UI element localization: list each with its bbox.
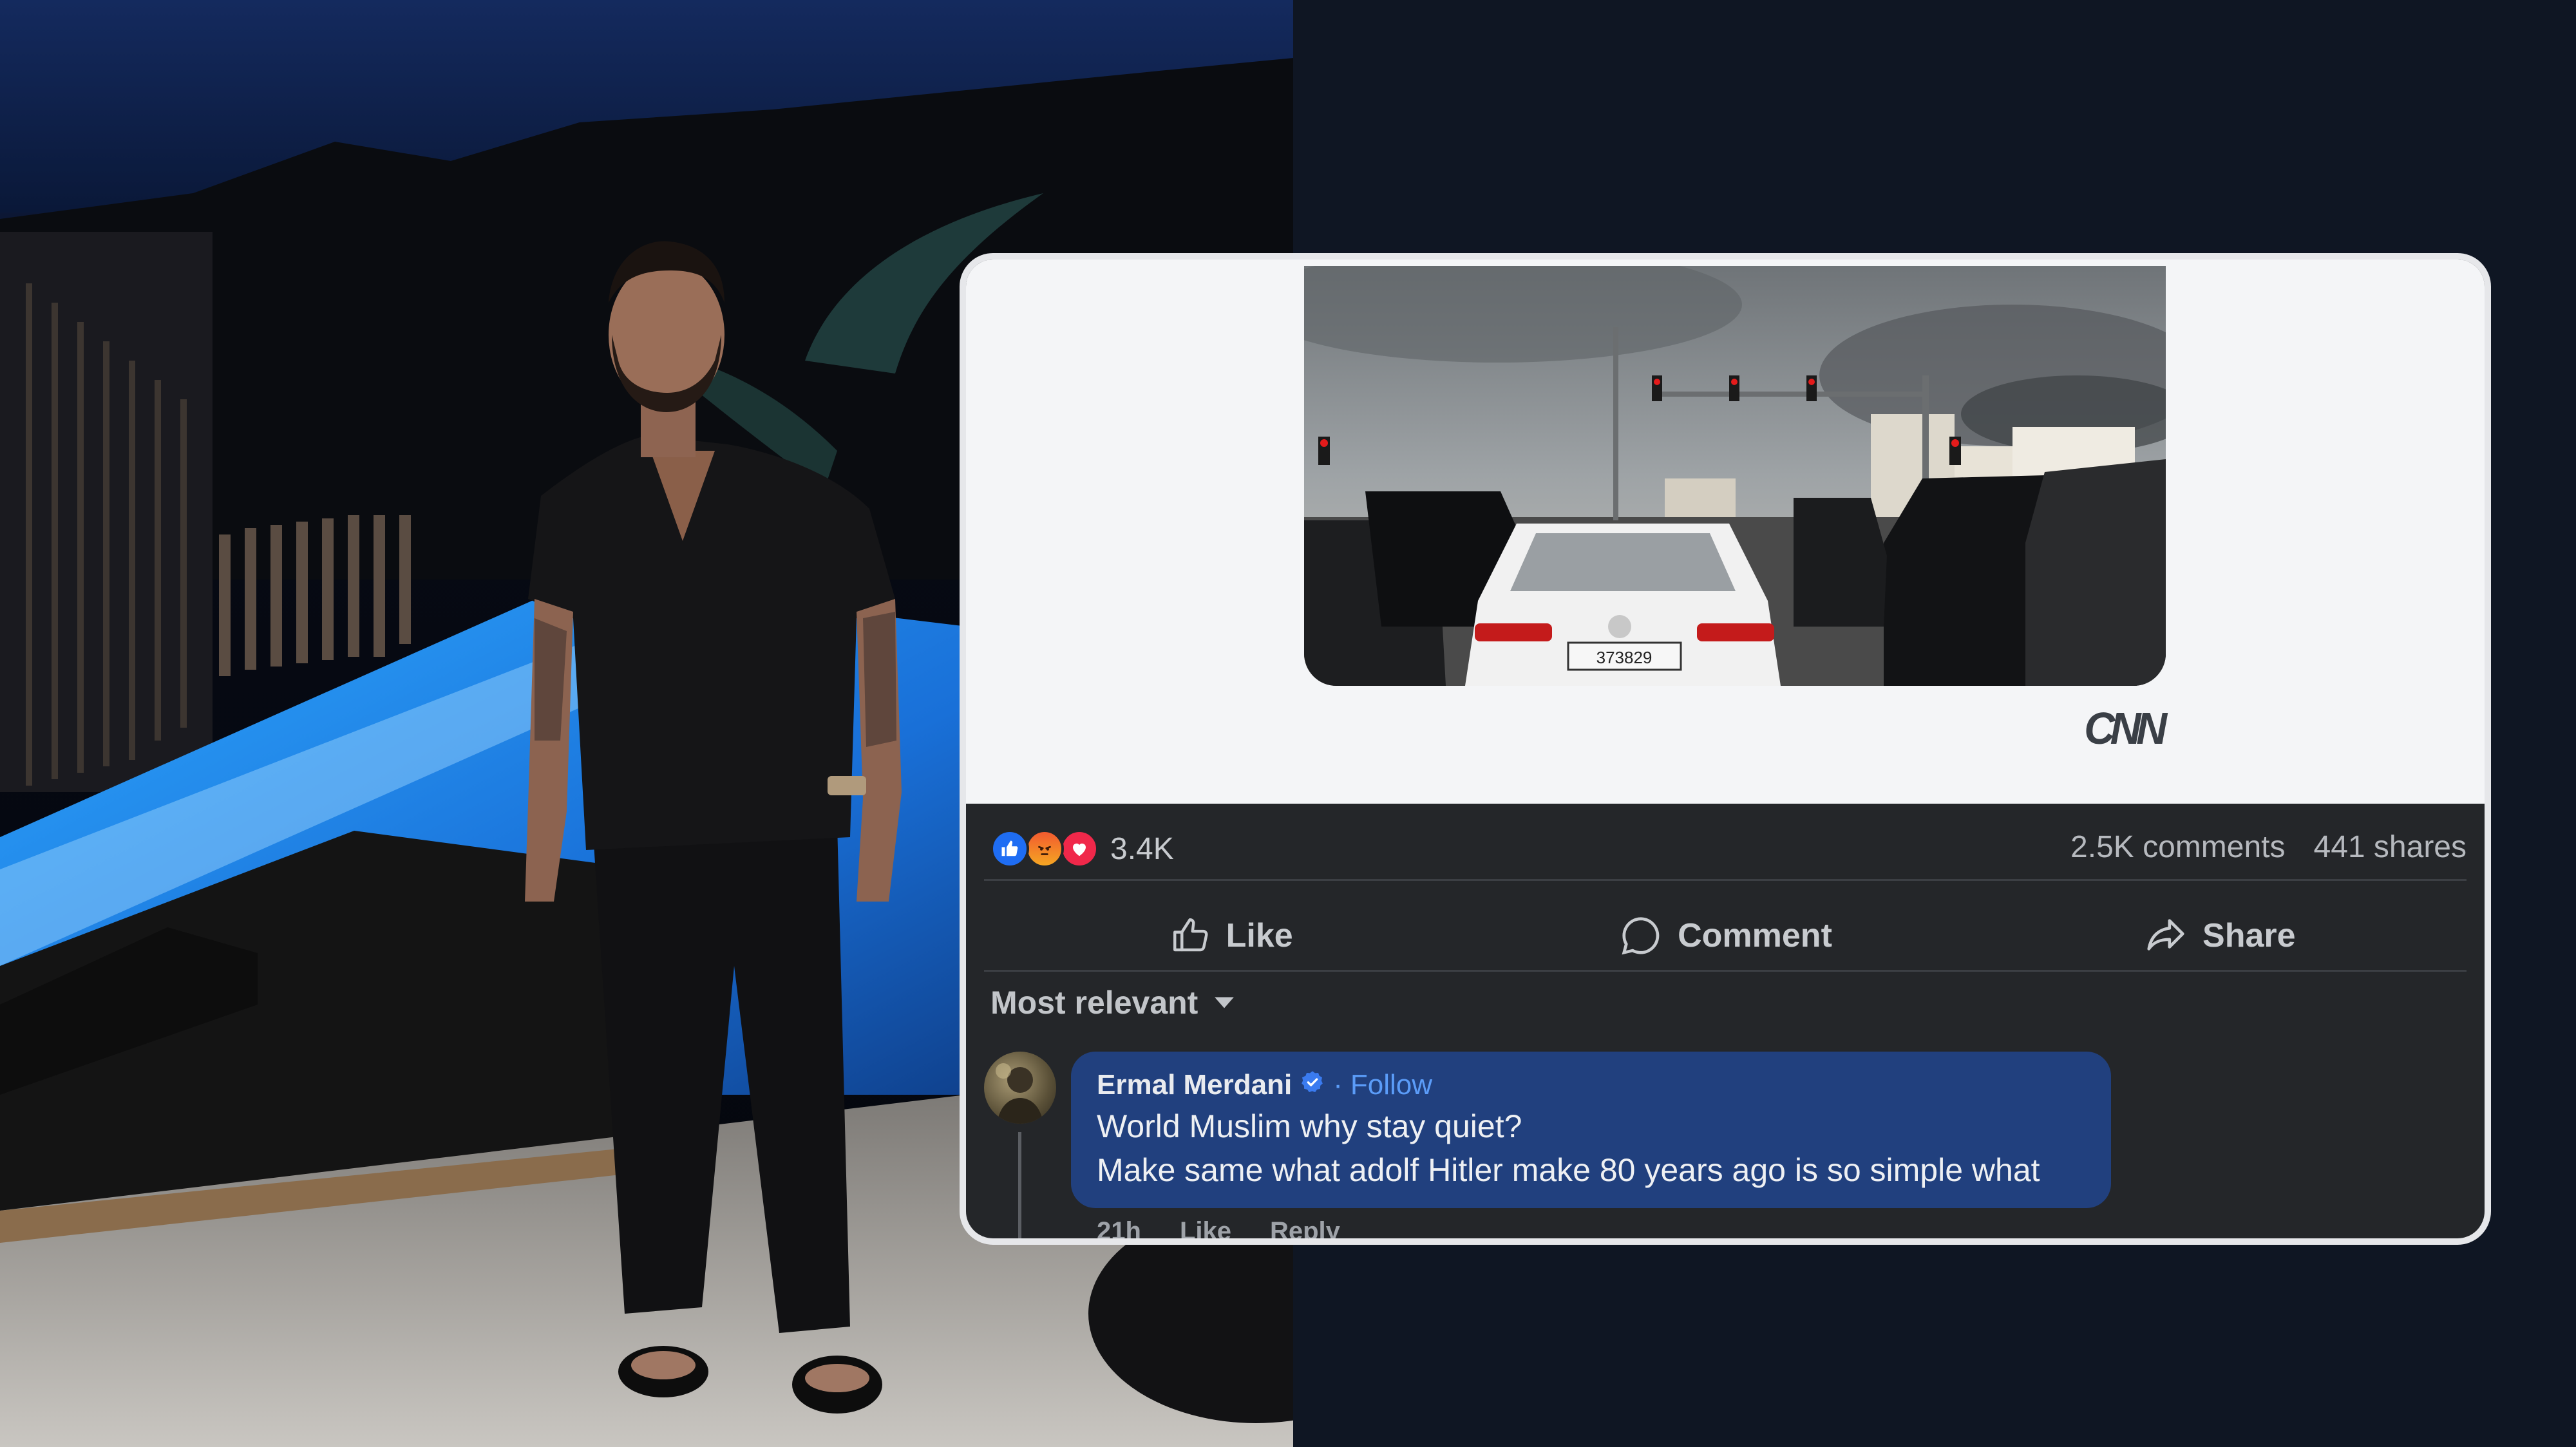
share-arrow-icon bbox=[2147, 919, 2184, 950]
comment-meta: 21h Like Reply bbox=[1097, 1217, 1340, 1238]
divider bbox=[984, 879, 2467, 881]
love-icon bbox=[1060, 829, 1099, 868]
like-button[interactable]: Like bbox=[984, 897, 1478, 974]
comment-bubble-icon bbox=[1622, 917, 1660, 955]
comment-line: Make same what adolf Hitler make 80 year… bbox=[1097, 1152, 2040, 1188]
comments-count-link[interactable]: 2.5K comments bbox=[2070, 829, 2285, 865]
news-photo-traffic[interactable]: 373829 bbox=[1304, 266, 2166, 686]
reactions-summary[interactable]: 3.4K bbox=[990, 829, 1174, 868]
license-plate: 373829 bbox=[1596, 648, 1653, 667]
cnn-logo: CNN bbox=[2084, 703, 2167, 753]
verified-badge-icon bbox=[1300, 1069, 1325, 1102]
post-actions-bar: Like Comment Share bbox=[984, 897, 2467, 974]
post-media-area: 373829 CNN bbox=[966, 260, 2485, 804]
comment-timestamp[interactable]: 21h bbox=[1097, 1217, 1141, 1238]
engagement-stats: 2.5K comments 441 shares bbox=[2070, 829, 2467, 865]
like-icon bbox=[990, 829, 1029, 868]
angry-icon bbox=[1025, 829, 1064, 868]
comment-button[interactable]: Comment bbox=[1478, 897, 1972, 974]
comment-sort-dropdown[interactable]: Most relevant bbox=[990, 984, 1235, 1021]
separator-dot: · bbox=[1333, 1069, 1343, 1101]
follow-link[interactable]: Follow bbox=[1350, 1069, 1432, 1101]
post-card: 373829 CNN 3.4K 2.5K comments 441 shares bbox=[960, 253, 2491, 1245]
comment-line: World Muslim why stay quiet? bbox=[1097, 1108, 1522, 1144]
traffic-scene: 373829 bbox=[1304, 266, 2166, 686]
share-button-label: Share bbox=[2202, 917, 2296, 954]
shares-count-link[interactable]: 441 shares bbox=[2314, 829, 2467, 865]
comment-item: Ermal Merdani · Follow World Muslim why … bbox=[984, 1052, 2401, 1238]
share-button[interactable]: Share bbox=[1973, 897, 2467, 974]
avatar[interactable] bbox=[984, 1052, 1056, 1124]
comment-header: Ermal Merdani · Follow bbox=[1097, 1066, 2085, 1104]
thumbs-up-icon bbox=[1173, 918, 1208, 952]
thread-line bbox=[1018, 1132, 1021, 1238]
comment-like-link[interactable]: Like bbox=[1180, 1217, 1231, 1238]
caret-down-icon bbox=[1215, 997, 1235, 1008]
comment-bubble: Ermal Merdani · Follow World Muslim why … bbox=[1071, 1052, 2111, 1208]
divider bbox=[984, 970, 2467, 972]
like-button-label: Like bbox=[1226, 917, 1293, 954]
reaction-count: 3.4K bbox=[1110, 831, 1174, 866]
comment-button-label: Comment bbox=[1678, 917, 1832, 954]
comment-reply-link[interactable]: Reply bbox=[1270, 1217, 1340, 1238]
sort-label: Most relevant bbox=[990, 985, 1198, 1021]
comment-author[interactable]: Ermal Merdani bbox=[1097, 1069, 1292, 1101]
reactions-row: 3.4K 2.5K comments 441 shares bbox=[966, 804, 2485, 887]
